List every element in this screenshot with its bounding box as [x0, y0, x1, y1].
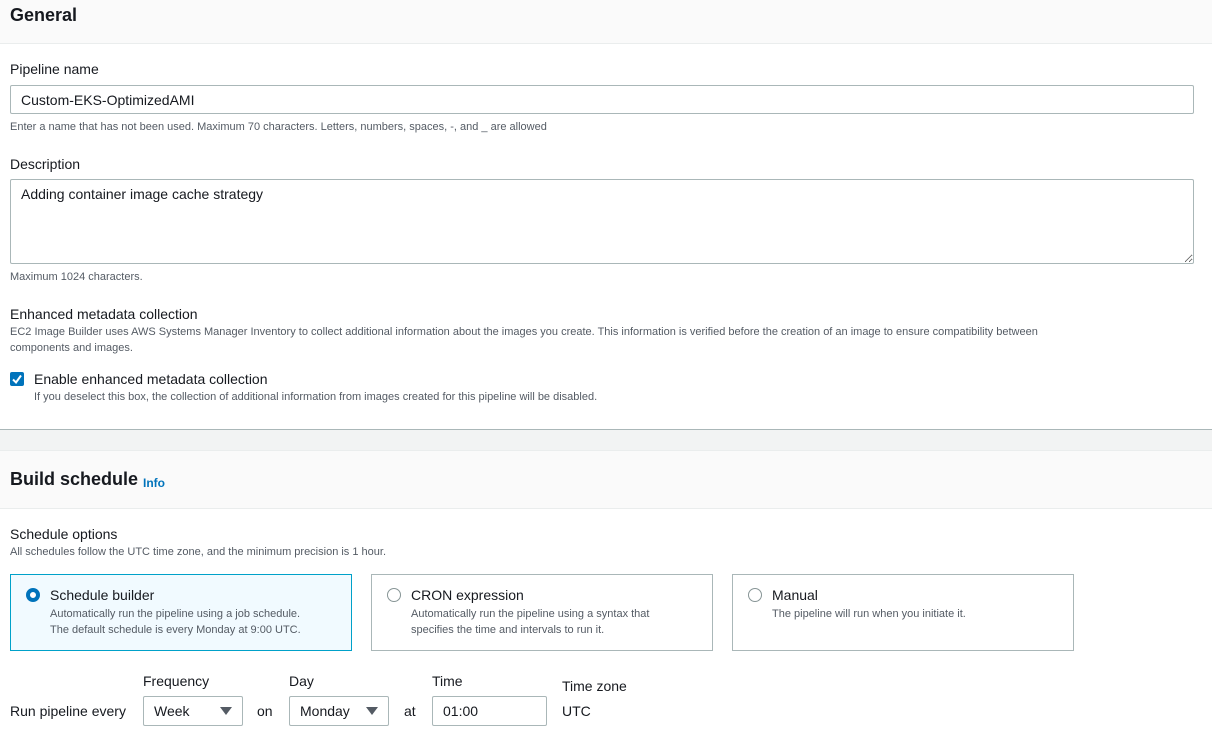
pipeline-name-hint: Enter a name that has not been used. Max…	[10, 121, 547, 133]
section-divider	[0, 429, 1212, 450]
cron-expression-option[interactable]: CRON expression Automatically run the pi…	[371, 574, 713, 651]
at-text: at	[404, 703, 416, 719]
description-label: Description	[10, 156, 81, 172]
schedule-options-hint: All schedules follow the UTC time zone, …	[10, 546, 387, 558]
frequency-label: Frequency	[143, 673, 210, 689]
option-description: Automatically run the pipeline using a s…	[411, 606, 706, 638]
option-title: Schedule builder	[50, 587, 155, 603]
time-input[interactable]	[432, 696, 547, 726]
timezone-value: UTC	[562, 703, 591, 719]
day-select[interactable]: Monday	[289, 696, 389, 726]
build-schedule-title: Build schedule	[10, 469, 139, 489]
run-pipeline-prefix: Run pipeline every	[10, 703, 126, 719]
day-value: Monday	[300, 703, 350, 719]
time-label: Time	[432, 673, 463, 689]
metadata-checkbox-label[interactable]: Enable enhanced metadata collection	[34, 371, 268, 387]
metadata-description-line2: components and images.	[10, 342, 133, 354]
option-description-line: The pipeline will run when you initiate …	[772, 608, 966, 620]
option-description-line: The default schedule is every Monday at …	[50, 624, 301, 636]
radio-selected-icon[interactable]	[26, 588, 40, 602]
metadata-description-line1: EC2 Image Builder uses AWS Systems Manag…	[10, 326, 1038, 338]
option-title: Manual	[772, 587, 818, 603]
pipeline-name-input[interactable]	[10, 85, 1194, 114]
caret-down-icon	[220, 707, 232, 715]
caret-down-icon	[366, 707, 378, 715]
general-section-header: General	[0, 0, 1212, 44]
metadata-checkbox-hint: If you deselect this box, the collection…	[34, 391, 598, 403]
general-title: General	[10, 5, 78, 25]
radio-unselected-icon[interactable]	[387, 588, 401, 602]
manual-option[interactable]: Manual The pipeline will run when you in…	[732, 574, 1074, 651]
on-text: on	[257, 703, 273, 719]
checkmark-icon	[12, 374, 22, 385]
schedule-builder-option[interactable]: Schedule builder Automatically run the p…	[10, 574, 352, 651]
option-title: CRON expression	[411, 587, 524, 603]
option-description-line: Automatically run the pipeline using a s…	[411, 608, 650, 620]
timezone-label: Time zone	[562, 678, 627, 694]
frequency-value: Week	[154, 703, 190, 719]
description-textarea[interactable]: Adding container image cache strategy	[10, 179, 1194, 264]
radio-unselected-icon[interactable]	[748, 588, 762, 602]
metadata-label: Enhanced metadata collection	[10, 306, 198, 322]
option-description-line: Automatically run the pipeline using a j…	[50, 608, 301, 620]
option-description: Automatically run the pipeline using a j…	[50, 606, 345, 638]
build-schedule-section-header: Build schedule Info	[0, 450, 1212, 509]
option-description-line: specifies the time and intervals to run …	[411, 624, 605, 636]
option-description: The pipeline will run when you initiate …	[772, 606, 1067, 622]
day-label: Day	[289, 673, 314, 689]
pipeline-name-label: Pipeline name	[10, 61, 99, 77]
frequency-select[interactable]: Week	[143, 696, 243, 726]
schedule-options-label: Schedule options	[10, 526, 118, 542]
description-hint: Maximum 1024 characters.	[10, 271, 143, 283]
metadata-checkbox[interactable]	[10, 372, 24, 386]
info-link[interactable]: Info	[143, 476, 165, 490]
